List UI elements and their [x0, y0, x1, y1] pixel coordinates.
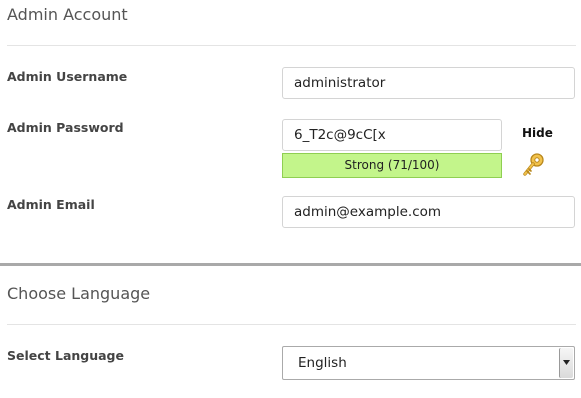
section-divider	[7, 324, 576, 325]
admin-password-input[interactable]: 6_T2c@9cC[x	[282, 119, 502, 151]
chevron-down-icon[interactable]	[559, 348, 573, 378]
section-divider	[7, 45, 576, 46]
section-separator	[0, 263, 581, 266]
admin-username-input[interactable]: administrator	[282, 67, 575, 99]
password-strength-meter: Strong (71/100)	[282, 153, 502, 178]
language-select[interactable]: English	[282, 346, 575, 380]
admin-password-label: Admin Password	[7, 120, 124, 135]
admin-email-input[interactable]: admin@example.com	[282, 196, 575, 228]
admin-email-label: Admin Email	[7, 197, 95, 212]
section-title-choose-language: Choose Language	[7, 284, 151, 303]
admin-username-label: Admin Username	[7, 69, 128, 84]
hide-password-link[interactable]: Hide	[522, 126, 553, 140]
language-select-value: English	[298, 355, 347, 371]
select-language-label: Select Language	[7, 348, 124, 363]
key-icon[interactable]	[522, 152, 546, 178]
section-title-admin-account: Admin Account	[7, 5, 128, 24]
